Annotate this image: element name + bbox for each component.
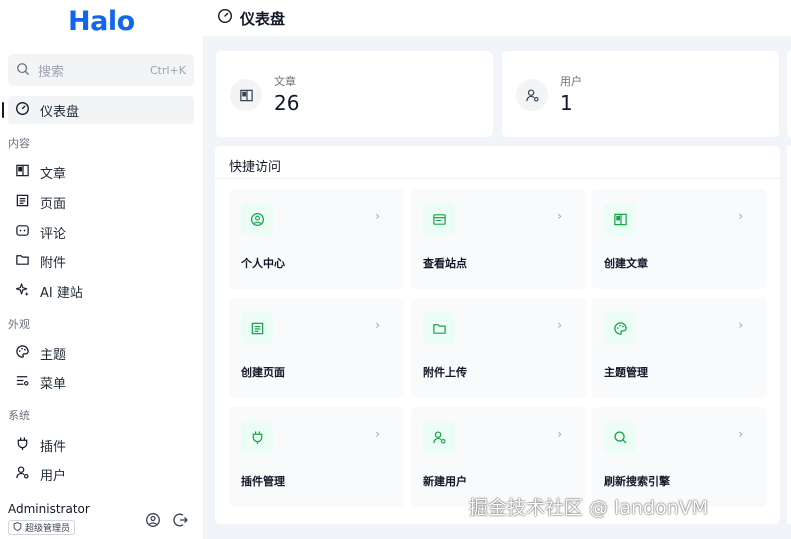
user-icon (15, 465, 40, 484)
dashboard-icon (15, 101, 40, 120)
quick-tile-label: 刷新搜索引擎 (604, 475, 670, 488)
sidebar-item-label: 仪表盘 (40, 104, 80, 120)
search-input[interactable]: 搜索 Ctrl+K (8, 54, 194, 86)
search-placeholder: 搜索 (38, 64, 65, 80)
palette-icon (15, 344, 40, 363)
folder-icon (15, 252, 40, 271)
quick-tile-new-user[interactable]: › 新建用户 (411, 407, 586, 507)
browser-icon (423, 203, 455, 235)
sidebar-item-dashboard[interactable]: 仪表盘 (2, 96, 194, 124)
sidebar-item-attachments[interactable]: 附件 (8, 247, 194, 275)
quick-access-panel: 快捷访问 › 个人中心 › 查看站点 › 创建文章 › 创建页面 › 附件上传 … (215, 146, 780, 524)
page-header: 仪表盘 (203, 0, 791, 36)
current-user-name: Administrator (8, 502, 90, 516)
sidebar-item-label: 评论 (40, 226, 67, 242)
stat-label: 用户 (560, 75, 582, 88)
sidebar-item-label: 主题 (40, 347, 67, 363)
divider (215, 178, 780, 179)
page-icon (241, 312, 273, 344)
chevron-right-icon: › (738, 427, 743, 441)
chevron-right-icon: › (375, 427, 380, 441)
quick-tile-label: 个人中心 (241, 257, 285, 270)
sidebar-item-label: 文章 (40, 166, 67, 182)
user-circle-icon (241, 203, 273, 235)
user-icon (516, 79, 548, 111)
sidebar-item-posts[interactable]: 文章 (8, 158, 194, 186)
quick-tile-themes[interactable]: › 主题管理 (592, 298, 767, 398)
quick-tile-label: 附件上传 (423, 366, 467, 379)
role-badge: 超级管理员 (8, 520, 76, 535)
logout-icon[interactable] (173, 512, 189, 528)
chevron-right-icon: › (375, 318, 380, 332)
quick-tile-create-page[interactable]: › 创建页面 (229, 298, 404, 398)
search-icon (16, 61, 30, 80)
quick-tile-label: 查看站点 (423, 257, 467, 270)
halo-logo[interactable]: Halo (68, 6, 135, 37)
sidebar-item-users[interactable]: 用户 (8, 460, 194, 488)
nav-group-content: 内容 (8, 137, 30, 150)
book-icon (15, 163, 40, 182)
chevron-right-icon: › (557, 318, 562, 332)
stat-card-posts[interactable]: 文章 26 (216, 51, 493, 137)
comment-icon (15, 223, 40, 242)
chevron-right-icon: › (738, 209, 743, 223)
folder-icon (423, 312, 455, 344)
watermark-text: 掘金技术社区 @ landonVM (469, 497, 709, 519)
sidebar-item-label: 页面 (40, 196, 67, 212)
shield-icon (13, 521, 22, 534)
sidebar-item-label: 用户 (40, 468, 67, 484)
stat-card-partial (787, 51, 791, 137)
sparkle-icon (15, 282, 40, 301)
profile-icon[interactable] (145, 512, 161, 528)
quick-tile-profile[interactable]: › 个人中心 (229, 189, 404, 289)
quick-tile-refresh-search[interactable]: › 刷新搜索引擎 (592, 407, 767, 507)
role-label: 超级管理员 (25, 524, 71, 534)
sidebar-item-label: 插件 (40, 439, 67, 455)
sidebar-item-comments[interactable]: 评论 (8, 218, 194, 246)
search-icon (604, 421, 636, 453)
dashboard-icon (217, 8, 240, 28)
stat-label: 文章 (274, 75, 296, 88)
quick-tile-label: 主题管理 (604, 366, 648, 379)
sidebar-item-menus[interactable]: 菜单 (8, 368, 194, 396)
sidebar-item-label: 菜单 (40, 376, 67, 392)
plug-icon (241, 421, 273, 453)
user-add-icon (423, 421, 455, 453)
stat-value: 26 (274, 91, 300, 115)
chevron-right-icon: › (375, 209, 380, 223)
stat-card-users[interactable]: 用户 1 (502, 51, 779, 137)
chevron-right-icon: › (557, 209, 562, 223)
page-icon (15, 193, 40, 212)
plug-icon (15, 436, 40, 455)
quick-tile-label: 新建用户 (423, 475, 467, 488)
sidebar-item-plugins[interactable]: 插件 (8, 431, 194, 459)
book-icon (604, 203, 636, 235)
chevron-right-icon: › (738, 318, 743, 332)
quick-tile-view-site[interactable]: › 查看站点 (411, 189, 586, 289)
sidebar-item-label: 附件 (40, 255, 67, 271)
search-shortcut: Ctrl+K (149, 63, 186, 77)
quick-tile-label: 插件管理 (241, 475, 285, 488)
page-title: 仪表盘 (240, 9, 286, 28)
quick-access-title: 快捷访问 (229, 160, 282, 175)
palette-icon (604, 312, 636, 344)
sidebar-item-label: AI 建站 (40, 285, 83, 301)
book-icon (230, 79, 262, 111)
chevron-right-icon: › (557, 427, 562, 441)
sidebar-item-pages[interactable]: 页面 (8, 188, 194, 216)
quick-tile-plugins[interactable]: › 插件管理 (229, 407, 404, 507)
menu-icon (15, 373, 40, 392)
sidebar: Halo 搜索 Ctrl+K 仪表盘 内容 文章 页面 评论 附件 AI 建站 … (0, 0, 203, 539)
nav-group-system: 系统 (8, 409, 30, 422)
sidebar-item-ai-site[interactable]: AI 建站 (8, 277, 194, 305)
nav-group-appearance: 外观 (8, 318, 30, 331)
quick-tile-label: 创建文章 (604, 257, 648, 270)
panel-partial (787, 146, 791, 524)
quick-tile-create-post[interactable]: › 创建文章 (592, 189, 767, 289)
sidebar-item-themes[interactable]: 主题 (8, 339, 194, 367)
quick-tile-label: 创建页面 (241, 366, 285, 379)
quick-tile-upload[interactable]: › 附件上传 (411, 298, 586, 398)
stat-value: 1 (560, 91, 573, 115)
